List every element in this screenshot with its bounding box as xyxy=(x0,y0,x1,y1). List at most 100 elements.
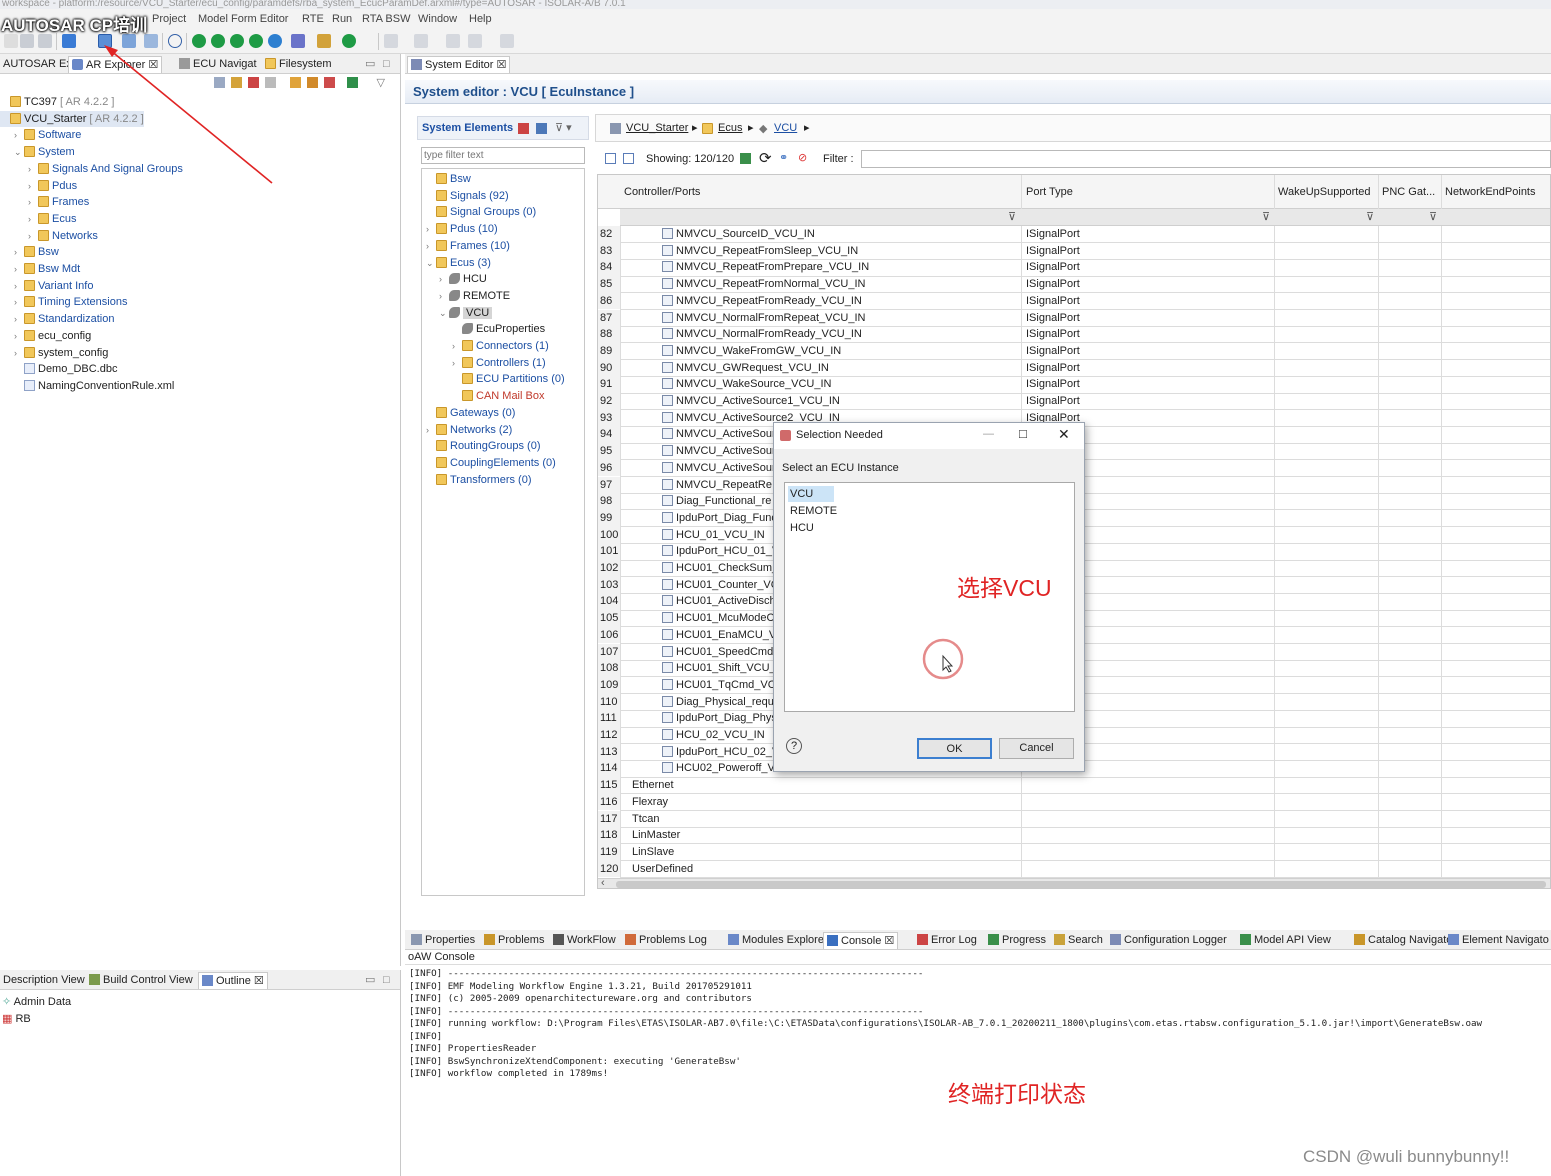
port-name-cell[interactable]: NMVCU_SourceID_VCU_IN xyxy=(662,226,1012,243)
filter-icon[interactable]: ⊽ ▾ xyxy=(555,121,572,134)
horizontal-scrollbar[interactable]: ‹ xyxy=(598,877,1550,888)
tab-error-log[interactable]: Error Log xyxy=(914,932,980,949)
layout-icon[interactable] xyxy=(536,123,547,134)
tab-element-navigato[interactable]: Element Navigato xyxy=(1445,932,1551,949)
tree-item[interactable]: › Standardization xyxy=(14,311,114,328)
port-name-cell[interactable]: LinMaster xyxy=(632,827,1012,844)
back-icon[interactable] xyxy=(446,34,460,48)
column-pnc-gateway[interactable]: PNC Gat... xyxy=(1382,186,1435,198)
tree-expander-icon[interactable]: › xyxy=(426,238,436,254)
port-name-cell[interactable]: UserDefined xyxy=(632,861,1012,878)
tab-build-control-view[interactable]: Build Control View xyxy=(86,972,196,989)
tab-properties[interactable]: Properties xyxy=(408,932,478,949)
tree-expander-icon[interactable]: ⌄ xyxy=(439,305,449,321)
clear-filter-icon[interactable]: ⊘ xyxy=(798,151,807,164)
tree-item[interactable]: Demo_DBC.dbc xyxy=(14,361,117,378)
tab-description-view[interactable]: Description View xyxy=(0,972,88,989)
sys-tree-item[interactable]: ECU Partitions (0) xyxy=(452,371,565,388)
tree-expander-icon[interactable]: › xyxy=(426,422,436,438)
list-item-remote[interactable]: REMOTE xyxy=(788,503,837,519)
list-item-hcu[interactable]: HCU xyxy=(788,520,814,536)
tree-item[interactable]: › ecu_config xyxy=(14,328,91,345)
sys-tree-item[interactable]: › Frames (10) xyxy=(426,238,510,255)
port-name-cell[interactable]: NMVCU_RepeatFromPrepare_VCU_IN xyxy=(662,259,1012,276)
port-name-cell[interactable]: NMVCU_WakeSource_VCU_IN xyxy=(662,376,1012,393)
port-name-cell[interactable]: Ttcan xyxy=(632,811,1012,828)
sys-tree-item[interactable]: Transformers (0) xyxy=(426,472,532,489)
tree-expander-icon[interactable]: › xyxy=(14,244,24,260)
port-name-cell[interactable]: NMVCU_RepeatFromReady_VCU_IN xyxy=(662,293,1012,310)
outline-item-admin-data[interactable]: ✧ Admin Data xyxy=(2,994,71,1011)
tree-item[interactable]: › Ecus xyxy=(28,211,76,228)
collapse-all-icon[interactable] xyxy=(623,153,634,164)
maximize-icon[interactable]: □ xyxy=(380,972,393,989)
sys-tree-item[interactable]: CouplingElements (0) xyxy=(426,455,556,472)
column-port-type[interactable]: Port Type xyxy=(1026,186,1073,198)
sys-tree-item[interactable]: › REMOTE xyxy=(439,288,510,305)
tree-item[interactable]: › Timing Extensions xyxy=(14,294,127,311)
tab-console[interactable]: Console ☒ xyxy=(823,932,899,949)
tab-problems[interactable]: Problems xyxy=(481,932,547,949)
sys-tree-item[interactable]: ⌄ VCU xyxy=(439,305,493,322)
breadcrumb-vcu-starter[interactable]: VCU_Starter xyxy=(626,122,688,134)
excel-icon[interactable] xyxy=(740,153,751,164)
tab-outline[interactable]: Outline ☒ xyxy=(198,972,268,989)
tree-expander-icon[interactable]: › xyxy=(426,221,436,237)
sys-tree-item[interactable]: › Pdus (10) xyxy=(426,221,498,238)
maximize-icon[interactable]: □ xyxy=(1019,426,1027,441)
menu-help[interactable]: Help xyxy=(469,13,492,25)
table-filter-input[interactable] xyxy=(861,150,1551,168)
port-name-cell[interactable]: NMVCU_NormalFromReady_VCU_IN xyxy=(662,326,1012,343)
link-icon[interactable]: ⚭ xyxy=(779,151,788,164)
port-name-cell[interactable]: LinSlave xyxy=(632,844,1012,861)
outline-item-rb[interactable]: ▦ RB xyxy=(2,1011,31,1028)
minimize-icon[interactable]: — xyxy=(983,428,994,440)
tree-expander-icon[interactable]: › xyxy=(452,355,462,371)
tree-expander-icon[interactable]: › xyxy=(14,345,24,361)
port-name-cell[interactable]: NMVCU_RepeatFromSleep_VCU_IN xyxy=(662,243,1012,260)
tab-configuration-logger[interactable]: Configuration Logger xyxy=(1107,932,1230,949)
sys-tree-item[interactable]: Signal Groups (0) xyxy=(426,204,536,221)
tab-system-editor[interactable]: System Editor ☒ xyxy=(407,56,511,73)
tree-expander-icon[interactable]: ⌄ xyxy=(426,255,436,271)
port-name-cell[interactable]: NMVCU_NormalFromRepeat_VCU_IN xyxy=(662,310,1012,327)
tab-workflow[interactable]: WorkFlow xyxy=(550,932,619,949)
sys-tree-item[interactable]: Gateways (0) xyxy=(426,405,515,422)
breadcrumb-ecus[interactable]: Ecus xyxy=(718,122,742,134)
port-name-cell[interactable]: NMVCU_WakeFromGW_VCU_IN xyxy=(662,343,1012,360)
column-filter-icon[interactable]: ⊽ xyxy=(1262,210,1270,223)
back-icon[interactable] xyxy=(468,34,482,48)
tree-item[interactable]: › Networks xyxy=(28,228,98,245)
tab-model-api-view[interactable]: Model API View xyxy=(1237,932,1334,949)
port-name-cell[interactable]: Flexray xyxy=(632,794,1012,811)
sys-tree-item[interactable]: › Networks (2) xyxy=(426,422,512,439)
forward-icon[interactable] xyxy=(500,34,514,48)
sys-tree-item[interactable]: CAN Mail Box xyxy=(452,388,544,405)
column-filter-icon[interactable]: ⊽ xyxy=(1008,210,1016,223)
port-name-cell[interactable]: Ethernet xyxy=(632,777,1012,794)
tree-expander-icon[interactable]: › xyxy=(14,294,24,310)
expand-all-icon[interactable] xyxy=(605,153,616,164)
column-filter-icon[interactable]: ⊽ xyxy=(1366,210,1374,223)
sys-tree-item[interactable]: › HCU xyxy=(439,271,487,288)
tree-item[interactable]: › Variant Info xyxy=(14,278,93,295)
nav-icon[interactable] xyxy=(414,34,428,48)
tab-progress[interactable]: Progress xyxy=(985,932,1049,949)
close-icon[interactable]: ✕ xyxy=(1058,426,1070,443)
sys-tree-item[interactable]: Bsw xyxy=(426,171,471,188)
list-item-vcu[interactable]: VCU xyxy=(788,486,834,502)
sys-tree-item[interactable]: ⌄ Ecus (3) xyxy=(426,255,491,272)
tree-expander-icon[interactable]: › xyxy=(439,288,449,304)
menu-window[interactable]: Window xyxy=(418,13,457,25)
tree-item[interactable]: › system_config xyxy=(14,345,108,362)
help-icon[interactable]: ? xyxy=(786,738,802,754)
sys-tree-item[interactable]: EcuProperties xyxy=(452,321,545,338)
tab-modules-explorer[interactable]: Modules Explorer xyxy=(725,932,831,949)
tree-expander-icon[interactable]: › xyxy=(28,211,38,227)
tab-problems-log[interactable]: Problems Log xyxy=(622,932,710,949)
sys-tree-item[interactable]: › Controllers (1) xyxy=(452,355,546,372)
cancel-button[interactable]: Cancel xyxy=(999,738,1074,759)
breadcrumb-vcu[interactable]: VCU xyxy=(774,122,797,134)
type-filter-input[interactable] xyxy=(421,147,585,164)
tree-expander-icon[interactable]: › xyxy=(14,311,24,327)
